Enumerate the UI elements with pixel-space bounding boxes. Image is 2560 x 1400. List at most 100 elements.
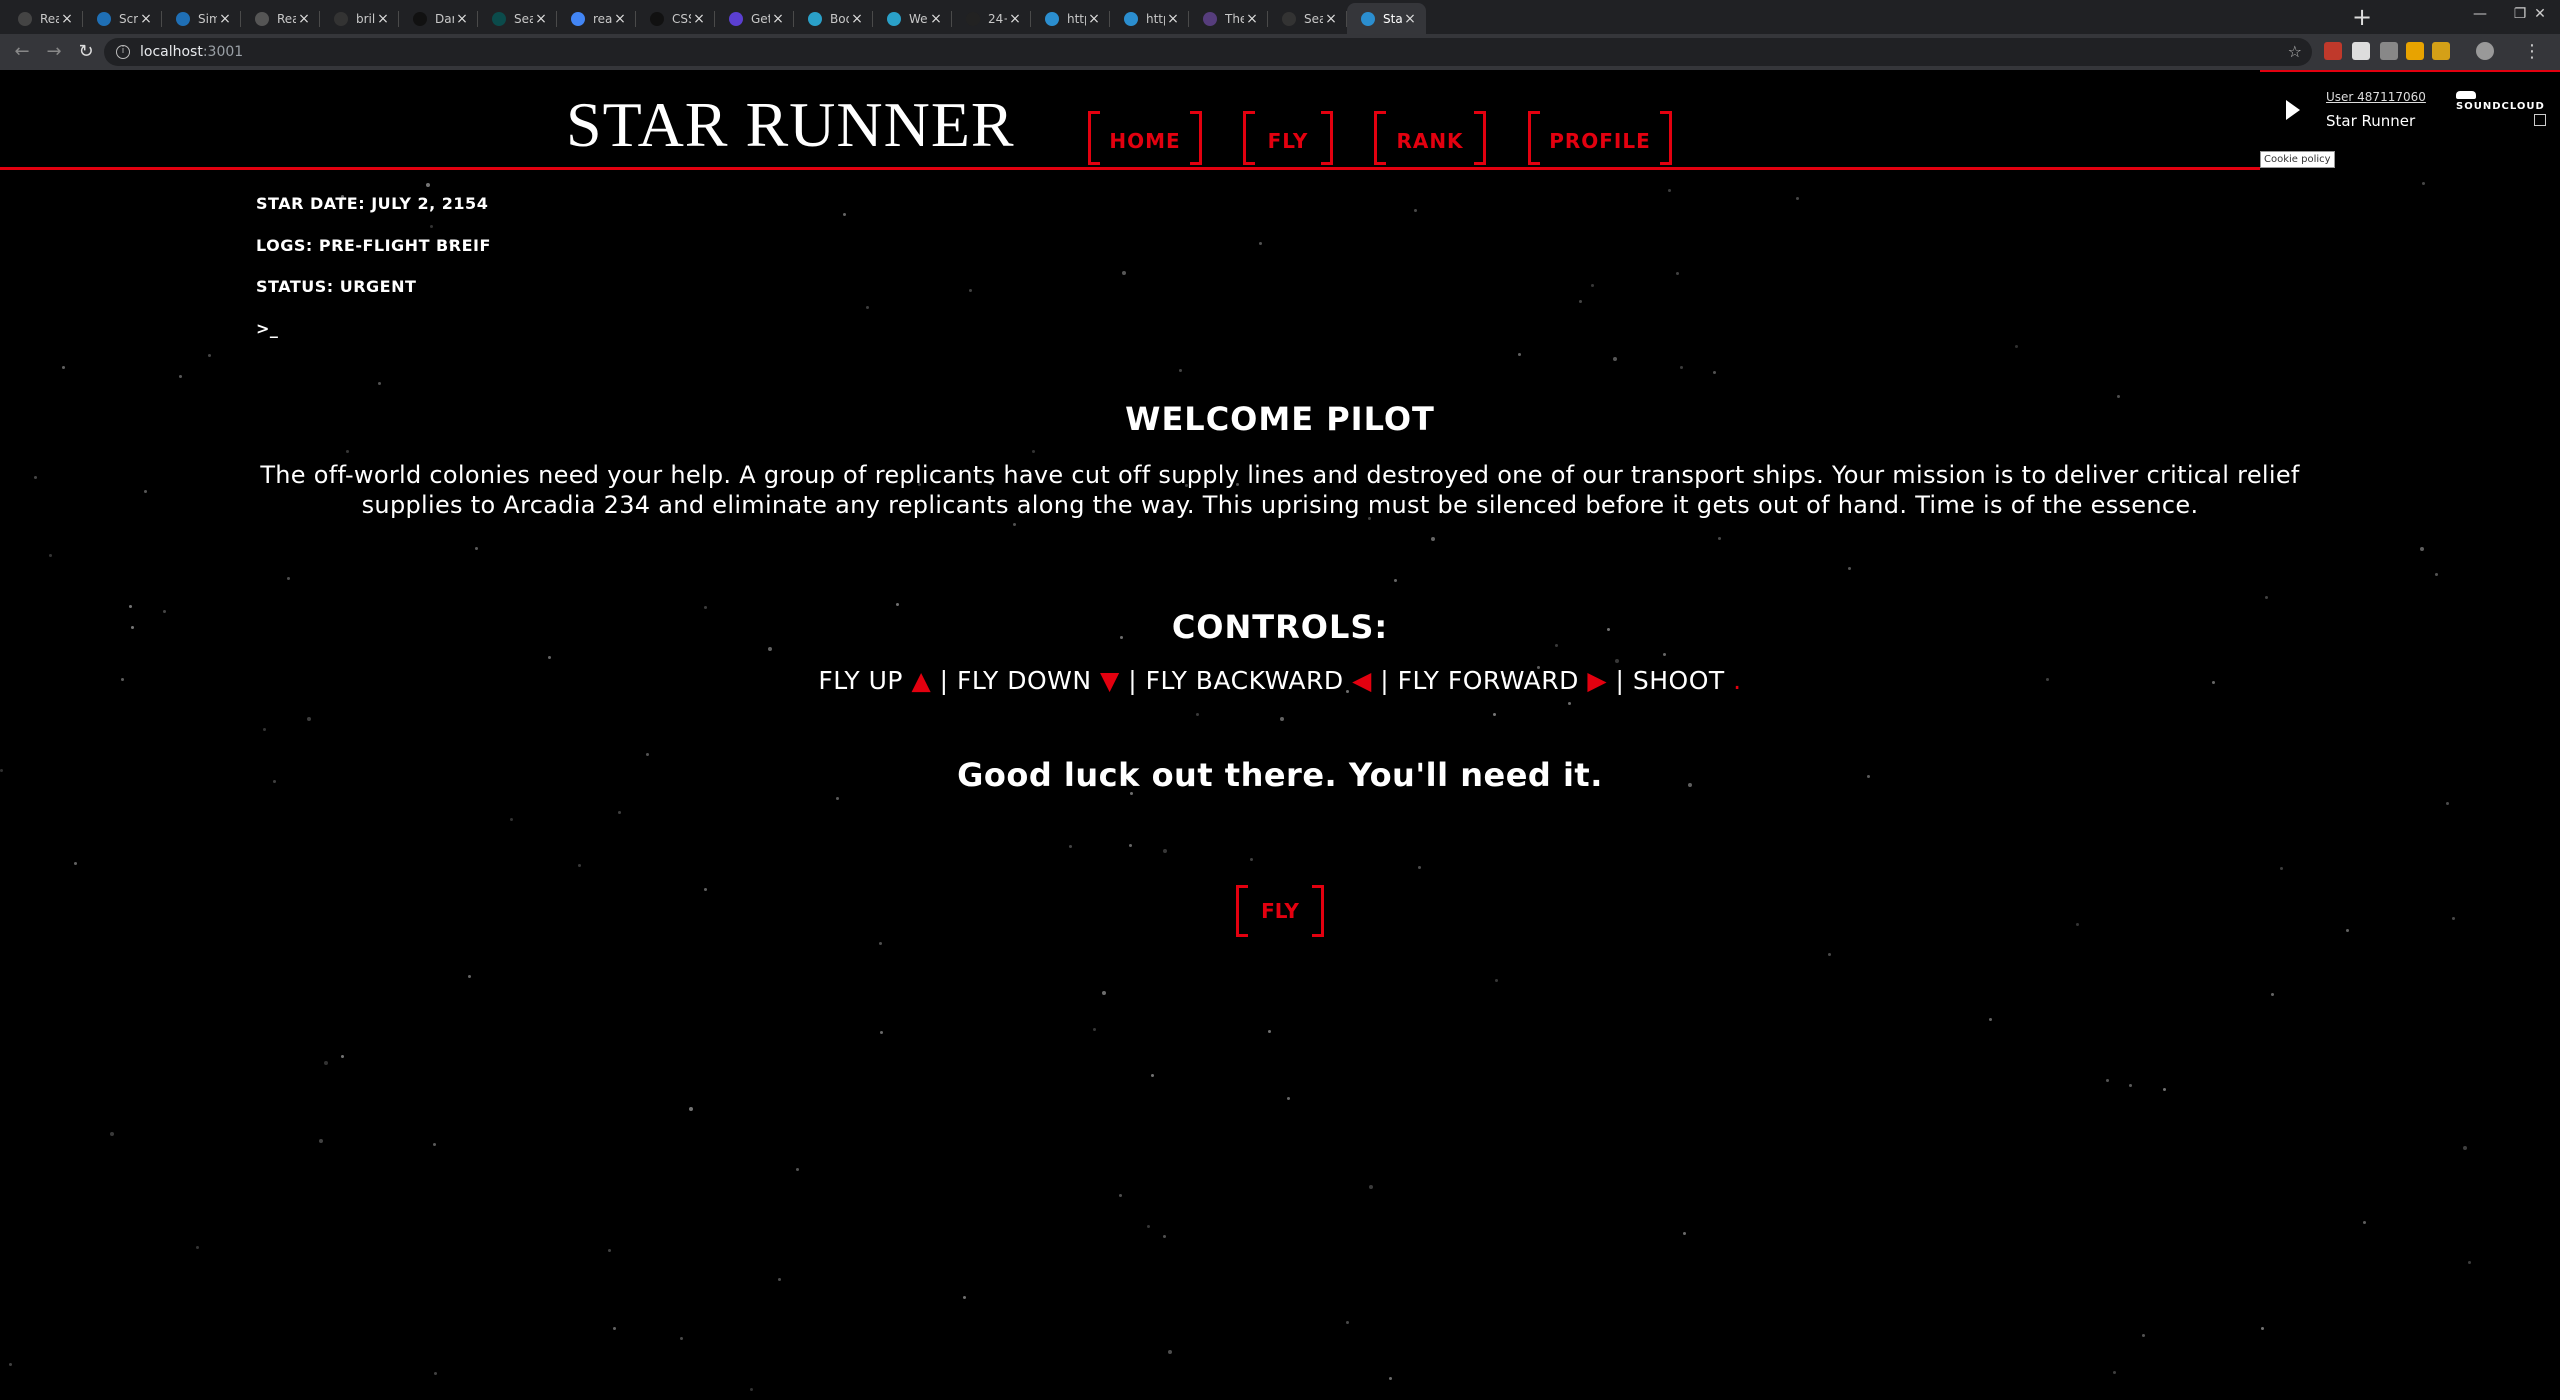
tab-close-icon[interactable]: ×	[296, 11, 312, 27]
soundcloud-track-title[interactable]: Star Runner	[2326, 112, 2415, 130]
site-header: STAR RUNNER HOME FLY RANK PROFILE User 4…	[0, 70, 2560, 170]
nav-fly[interactable]: FLY	[1243, 111, 1333, 165]
browser-tab[interactable]: react cards×	[557, 3, 636, 34]
tab-close-icon[interactable]: ×	[1402, 11, 1418, 27]
background-star	[324, 1061, 328, 1065]
extension-icon[interactable]	[2406, 42, 2424, 60]
address-bar[interactable]: i localhost:3001 ☆	[104, 38, 2312, 66]
extension-icon[interactable]	[2352, 42, 2370, 60]
reload-icon[interactable]: ↻	[74, 40, 98, 64]
tab-favicon-icon	[492, 11, 506, 26]
background-star	[434, 1372, 437, 1375]
welcome-heading: WELCOME PILOT	[1125, 400, 1435, 438]
tab-close-icon[interactable]: ×	[849, 11, 865, 27]
background-star	[969, 289, 972, 292]
background-star	[1495, 979, 1498, 982]
tab-close-icon[interactable]: ×	[1086, 11, 1102, 27]
background-star	[208, 354, 211, 357]
background-star	[1122, 271, 1126, 275]
background-star	[836, 797, 839, 800]
tab-close-icon[interactable]: ×	[612, 11, 628, 27]
tab-close-icon[interactable]: ×	[217, 11, 233, 27]
browser-tab[interactable]: https://reac×	[1110, 3, 1189, 34]
background-star	[768, 647, 772, 651]
tab-close-icon[interactable]: ×	[691, 11, 707, 27]
tab-title: Simple React	[198, 11, 217, 26]
nav-rank[interactable]: RANK	[1374, 111, 1486, 165]
tab-close-icon[interactable]: ×	[1244, 11, 1260, 27]
control-arrow-icon: ▲	[911, 666, 932, 695]
tab-favicon-icon	[966, 11, 980, 26]
browser-tab[interactable]: Theming Bo×	[1189, 3, 1268, 34]
menu-icon[interactable]: ⋮	[2520, 40, 2544, 64]
background-star	[1680, 366, 1683, 369]
tab-favicon-icon	[1361, 11, 1375, 26]
tab-close-icon[interactable]: ×	[1165, 11, 1181, 27]
tab-favicon-icon	[1124, 11, 1138, 26]
site-logo[interactable]: STAR RUNNER	[566, 88, 1015, 162]
background-star	[0, 769, 3, 772]
tab-close-icon[interactable]: ×	[454, 11, 470, 27]
nav-profile[interactable]: PROFILE	[1528, 111, 1672, 165]
tab-close-icon[interactable]: ×	[1323, 11, 1339, 27]
browser-tab[interactable]: Bootstrap co×	[794, 3, 873, 34]
tab-close-icon[interactable]: ×	[928, 11, 944, 27]
background-star	[1163, 1235, 1166, 1238]
tab-close-icon[interactable]: ×	[59, 11, 75, 27]
browser-tab[interactable]: Getting Star×	[715, 3, 794, 34]
tab-favicon-icon	[413, 11, 427, 26]
background-star	[1613, 357, 1617, 361]
tab-close-icon[interactable]: ×	[533, 11, 549, 27]
tab-title: https://reac	[1067, 11, 1086, 26]
tab-close-icon[interactable]: ×	[375, 11, 391, 27]
nav-home[interactable]: HOME	[1088, 111, 1202, 165]
new-tab-button[interactable]: +	[2348, 2, 2376, 32]
browser-tab[interactable]: Sean Hetzel×	[478, 3, 557, 34]
tab-title: Star Runner	[1383, 11, 1402, 26]
browser-tab[interactable]: CSS Grid | R×	[636, 3, 715, 34]
browser-tab[interactable]: https://reac×	[1031, 3, 1110, 34]
browser-tab[interactable]: React Page×	[241, 3, 320, 34]
minimize-button[interactable]: —	[2460, 0, 2500, 30]
fly-button[interactable]: FLY	[1236, 885, 1324, 937]
browser-tab[interactable]: React Scroll×	[4, 3, 83, 34]
background-star	[896, 603, 899, 606]
extension-icon[interactable]	[2324, 42, 2342, 60]
background-star	[1989, 1018, 1992, 1021]
play-icon[interactable]	[2286, 100, 2300, 120]
tab-close-icon[interactable]: ×	[770, 11, 786, 27]
tab-close-icon[interactable]: ×	[1007, 11, 1023, 27]
control-separator: |	[1119, 666, 1146, 695]
browser-tab[interactable]: Scroll - React×	[83, 3, 162, 34]
close-window-button[interactable]: ✕	[2520, 0, 2560, 30]
soundcloud-user-link[interactable]: User 487117060	[2326, 90, 2426, 104]
share-icon[interactable]	[2534, 114, 2546, 126]
site-info-icon[interactable]: i	[116, 45, 130, 59]
background-star	[963, 1296, 966, 1299]
tab-favicon-icon	[650, 11, 664, 26]
browser-tab[interactable]: Seanhetzel×	[1268, 3, 1347, 34]
background-star	[2435, 573, 2438, 576]
background-star	[548, 656, 551, 659]
forward-icon[interactable]: →	[42, 40, 66, 64]
browser-tab[interactable]: Star Runner×	[1347, 3, 1426, 34]
bookmark-star-icon[interactable]: ☆	[2288, 42, 2302, 61]
controls-heading: CONTROLS:	[1171, 608, 1389, 646]
tab-close-icon[interactable]: ×	[138, 11, 154, 27]
browser-tab[interactable]: Webpack - ×	[873, 3, 952, 34]
soundcloud-logo[interactable]: SOUNDCLOUD	[2456, 90, 2560, 112]
background-star	[1179, 369, 1182, 372]
back-icon[interactable]: ←	[10, 40, 34, 64]
browser-tab[interactable]: 24+ React T×	[952, 3, 1031, 34]
browser-tab[interactable]: Dark Bootst×	[399, 3, 478, 34]
profile-avatar[interactable]	[2476, 42, 2494, 60]
background-star	[2113, 1371, 2116, 1374]
browser-tab[interactable]: Simple React×	[162, 3, 241, 34]
extension-icon[interactable]	[2380, 42, 2398, 60]
browser-tab[interactable]: brillout/awe×	[320, 3, 399, 34]
cookie-policy-link[interactable]: Cookie policy	[2260, 151, 2335, 168]
background-star	[144, 490, 147, 493]
background-star	[468, 975, 471, 978]
extension-icon[interactable]	[2432, 42, 2450, 60]
background-star	[430, 225, 433, 228]
